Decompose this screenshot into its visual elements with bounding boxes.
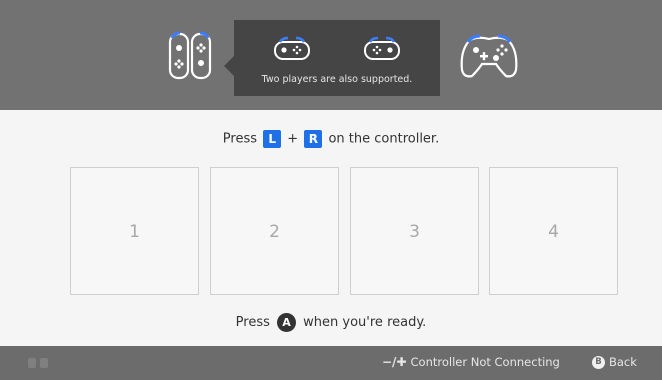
r-button-glyph: R: [304, 130, 323, 148]
instruction-prefix: Press: [222, 131, 257, 147]
a-button-glyph[interactable]: A: [277, 313, 297, 332]
tooltip-arrow: [224, 56, 234, 76]
back-button[interactable]: B Back: [592, 355, 637, 369]
battery-segment: [40, 358, 48, 368]
minus-plus-icon: −/✚: [382, 355, 407, 369]
player-slots: 1 2 3 4: [70, 167, 618, 295]
header-bar: Two players are also supported.: [0, 0, 662, 110]
plus-sign: +: [287, 131, 299, 147]
player-slot-number: 2: [269, 222, 280, 242]
footer-bar: −/✚ Controller Not Connecting B Back: [0, 346, 662, 380]
controller-not-connecting-button[interactable]: −/✚ Controller Not Connecting: [382, 355, 560, 369]
player-slot-number: 3: [409, 222, 420, 242]
ready-suffix: when you're ready.: [303, 315, 427, 330]
player-slot-3: 3: [350, 167, 479, 295]
b-button-icon: B: [592, 356, 605, 369]
tooltip-text: Two players are also supported.: [261, 74, 413, 85]
pro-controller-icon: [460, 34, 518, 78]
sideways-joycon-icon: [364, 36, 400, 60]
player-slot-2: 2: [210, 167, 339, 295]
player-slot-1: 1: [70, 167, 199, 295]
battery-segment: [28, 358, 36, 368]
player-slot-4: 4: [489, 167, 618, 295]
joycon-pair-icon: [168, 31, 212, 80]
back-label: Back: [609, 355, 637, 369]
sideways-joycon-icon: [274, 36, 310, 60]
controller-not-connecting-label: Controller Not Connecting: [410, 355, 560, 369]
two-players-tooltip: Two players are also supported.: [224, 20, 440, 96]
instruction-suffix: on the controller.: [328, 131, 440, 147]
press-lr-instruction: Press L + R on the controller.: [0, 130, 662, 148]
player-slot-number: 4: [548, 222, 559, 242]
press-a-ready-instruction: Press A when you're ready.: [0, 313, 662, 332]
player-slot-number: 1: [129, 222, 140, 242]
controller-battery-icon: [28, 358, 68, 368]
ready-prefix: Press: [235, 315, 270, 330]
l-button-glyph: L: [263, 130, 282, 148]
